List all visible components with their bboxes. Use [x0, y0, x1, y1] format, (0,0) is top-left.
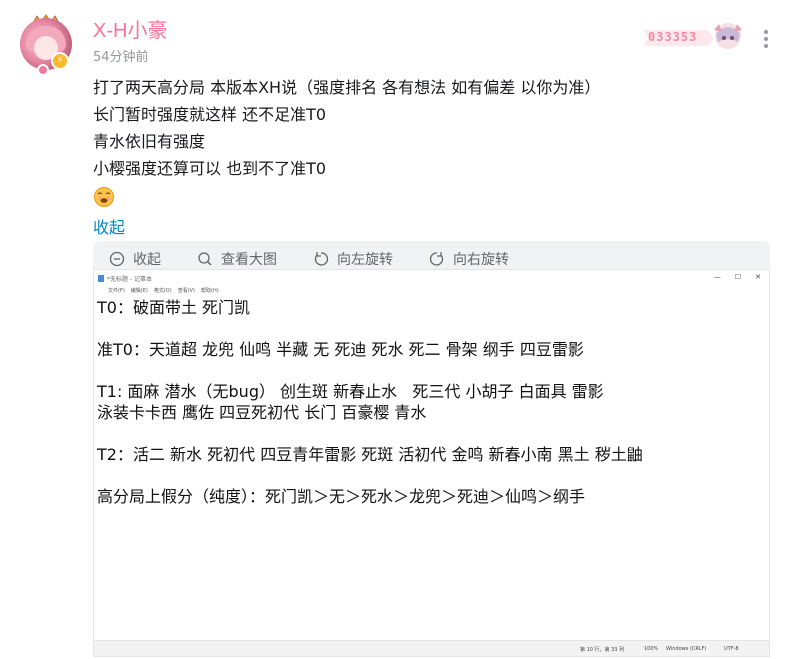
collapse-link[interactable]: 收起 — [93, 214, 773, 238]
collapse-icon — [109, 251, 125, 266]
tier-line — [97, 360, 757, 381]
tier-line: 泳装卡卡西 鹰佐 四豆死初代 长门 百豪樱 青水 — [97, 403, 427, 422]
tier-line: 准T0：天道超 龙兜 仙鸣 半藏 无 死迪 死水 死二 骨架 纲手 四豆雷影 — [97, 340, 584, 359]
tier-line — [97, 423, 757, 444]
fan-number: 033353 — [648, 30, 698, 44]
author-name[interactable]: X-H小豪 — [93, 14, 167, 43]
menu-file: 文件(F) — [108, 288, 125, 294]
menu-format: 格式(O) — [153, 288, 172, 294]
more-options-icon[interactable] — [760, 28, 772, 50]
post-time: 54分钟前 — [93, 50, 149, 65]
tier-line: T0：破面带土 死门凯 — [97, 298, 251, 317]
notepad-menubar: 文件(F) 编辑(E) 格式(O) 查看(V) 帮助(H) — [108, 287, 219, 294]
rotate-left-icon — [314, 251, 329, 266]
fan-badge[interactable]: 033353 — [644, 23, 754, 50]
notepad-title: *无标题 - 记事本 — [107, 276, 152, 283]
notepad-titlebar: *无标题 - 记事本 — [98, 274, 152, 283]
post-line-2: 长门暂时强度就这样 还不足准T0 — [93, 105, 327, 124]
fan-character-icon — [714, 23, 742, 49]
post-image[interactable]: *无标题 - 记事本 — ☐ ✕ 文件(F) 编辑(E) 格式(O) 查看(V)… — [93, 269, 770, 657]
rotate-right-icon — [429, 251, 444, 266]
collapse-image-button[interactable]: 收起 — [109, 249, 161, 269]
collapse-image-label: 收起 — [133, 251, 161, 268]
status-line-ending: Windows (CRLF) — [666, 646, 707, 652]
maximize-icon: ☐ — [734, 273, 742, 281]
close-icon: ✕ — [755, 273, 761, 281]
tier-line: T1: 面麻 潜水（无bug） 创生斑 新春止水 死三代 小胡子 白面具 雷影 — [97, 382, 604, 401]
pink-badge-icon — [37, 64, 49, 76]
post-line-1: 打了两天高分局 本版本XH说（强度排名 各有想法 如有偏差 以你为准） — [93, 78, 601, 97]
author-avatar[interactable]: ⚡ — [17, 14, 75, 76]
post-line-3: 青水依旧有强度 — [93, 132, 206, 151]
menu-edit: 编辑(E) — [130, 288, 148, 294]
search-icon — [198, 251, 212, 266]
status-encoding: UTF-8 — [724, 646, 739, 652]
notepad-text: T0：破面带土 死门凯 准T0：天道超 龙兜 仙鸣 半藏 无 死迪 死水 死二 … — [97, 297, 757, 507]
menu-view: 查看(V) — [177, 288, 196, 294]
status-zoom: 100% — [644, 646, 659, 652]
status-position: 第 10 行，第 33 列 — [580, 647, 625, 653]
rotate-left-button[interactable]: 向左旋转 — [313, 249, 393, 269]
minimize-icon: — — [713, 273, 721, 281]
tier-line: 高分局上假分（纯度）：死门凯＞无＞死水＞龙兜＞死迪＞仙鸣＞纲手 — [97, 487, 586, 506]
rotate-right-label: 向右旋转 — [453, 251, 509, 268]
notepad-icon — [98, 275, 104, 282]
tier-line — [97, 318, 757, 339]
lightning-badge-icon: ⚡ — [51, 52, 69, 70]
rotate-right-button[interactable]: 向右旋转 — [429, 249, 509, 269]
tier-line: T2：活二 新水 死初代 四豆青年雷影 死斑 活初代 金鸣 新春小南 黑土 秽土… — [97, 445, 643, 464]
window-controls: — ☐ ✕ — [714, 273, 761, 281]
tier-line — [97, 465, 757, 486]
emoji-icon — [94, 187, 114, 207]
notepad-statusbar: 第 10 行，第 33 列 100% Windows (CRLF) UTF-8 — [94, 640, 769, 656]
post-content: 打了两天高分局 本版本XH说（强度排名 各有想法 如有偏差 以你为准） 长门暂时… — [93, 74, 773, 238]
rotate-left-label: 向左旋转 — [337, 251, 393, 268]
view-large-label: 查看大图 — [221, 251, 277, 268]
menu-help: 帮助(H) — [201, 288, 219, 294]
post-line-4: 小樱强度还算可以 也到不了准T0 — [93, 159, 327, 178]
view-large-button[interactable]: 查看大图 — [197, 249, 277, 269]
